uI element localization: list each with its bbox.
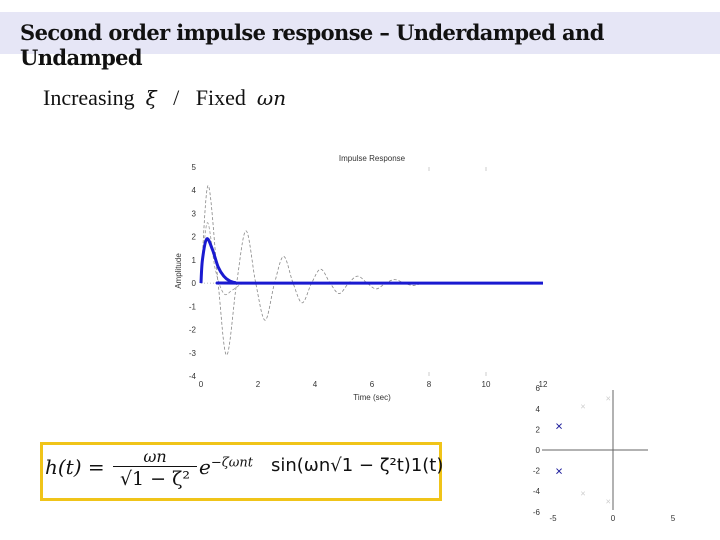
y-tick-label: 2: [192, 233, 197, 242]
y-tick-label: 5: [192, 163, 197, 172]
pz-y-tick-label: 2: [536, 425, 541, 434]
pole-marker: ×: [580, 402, 585, 412]
pz-y-tick-label: 6: [536, 384, 541, 393]
formula-denominator: √1 − ζ²: [113, 466, 197, 490]
pz-y-tick-label: -4: [533, 487, 541, 496]
pole-marker: ×: [606, 497, 611, 507]
x-tick-label: 4: [313, 380, 318, 389]
formula-rest: sin(ωn√1 − ζ²t)1(t): [271, 455, 444, 476]
pole-marker: ×: [555, 418, 563, 433]
pole-marker: ×: [606, 394, 611, 404]
y-tick-label: 0: [192, 279, 197, 288]
pole-marker: ×: [580, 488, 585, 498]
pz-y-tick-label: -2: [533, 467, 541, 476]
x-tick-label: 0: [199, 380, 204, 389]
formula-base: e: [199, 455, 211, 479]
y-tick-label: 1: [192, 256, 197, 265]
y-tick-label: -2: [189, 326, 197, 335]
chart-title: Impulse Response: [339, 154, 406, 163]
x-axis-label: Time (sec): [353, 393, 391, 402]
y-tick-label: -4: [189, 372, 197, 381]
x-tick-label: 6: [370, 380, 375, 389]
pz-x-tick-label: 5: [671, 514, 676, 523]
formula-lhs: h(t) =: [45, 455, 105, 479]
formula-exp: e−ζωnt: [199, 455, 253, 479]
x-tick-label: 8: [427, 380, 432, 389]
y-axis-label: Amplitude: [174, 253, 183, 289]
y-tick-label: 4: [192, 186, 197, 195]
x-tick-label: 2: [256, 380, 261, 389]
y-tick-label: -1: [189, 302, 197, 311]
formula-numerator: ωn: [143, 447, 167, 466]
pole-marker: ×: [555, 464, 563, 479]
x-tick-label: 10: [482, 380, 491, 389]
response-curve-1: [200, 185, 543, 356]
pz-x-tick-label: -5: [549, 514, 557, 523]
pz-y-tick-label: 0: [536, 446, 541, 455]
impulse-response-formula: h(t) = ωn √1 − ζ² e−ζωnt sin(ωn√1 − ζ²t)…: [40, 442, 444, 501]
pz-x-tick-label: 0: [611, 514, 616, 523]
formula-fraction: ωn √1 − ζ²: [113, 447, 197, 490]
y-tick-label: 3: [192, 209, 197, 218]
y-tick-label: -3: [189, 349, 197, 358]
pz-y-tick-label: 4: [536, 405, 541, 414]
formula-exponent: −ζωnt: [210, 455, 253, 471]
pz-y-tick-label: -6: [533, 508, 541, 517]
